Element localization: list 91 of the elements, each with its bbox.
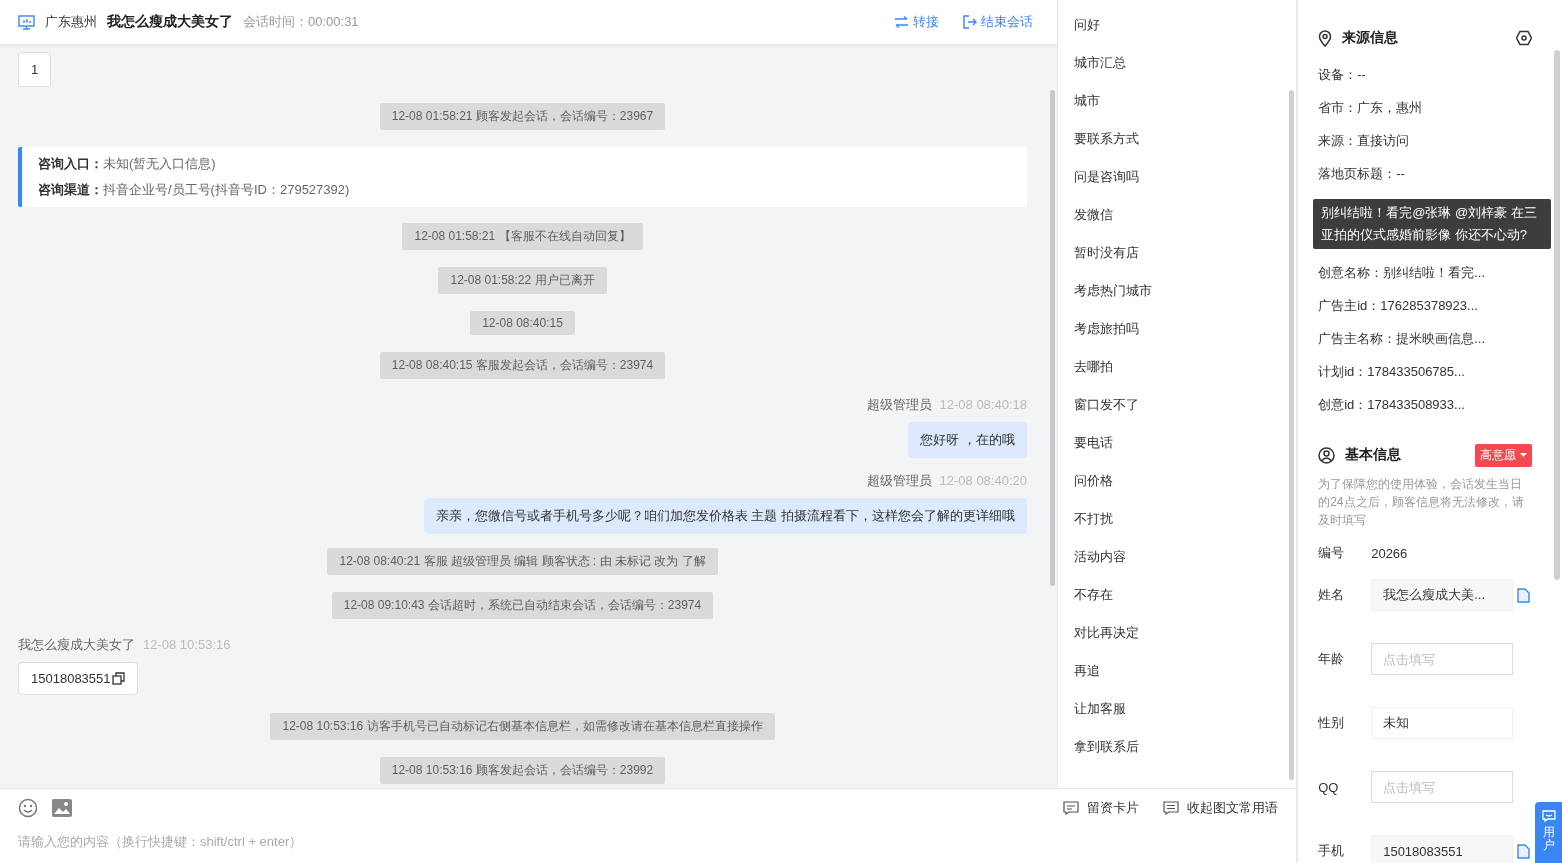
phrase-item[interactable]: 问是咨询吗 bbox=[1074, 158, 1139, 196]
source-line: 咨询入口：未知(暂无入口信息) bbox=[38, 155, 217, 173]
message-time: 12-08 08:40:20 bbox=[939, 473, 1027, 488]
field-label: 手机 bbox=[1318, 842, 1346, 860]
end-session-link[interactable]: 结束会话 bbox=[963, 13, 1033, 31]
field-label: QQ bbox=[1318, 779, 1340, 795]
source-field: 设备：-- bbox=[1318, 58, 1533, 91]
scrollbar[interactable] bbox=[1554, 50, 1560, 580]
system-message: 12-08 01:58:22 用户已离开 bbox=[438, 267, 607, 294]
system-message: 12-08 08:40:21 客服 超级管理员 编辑 顾客状态 : 由 未标记 改为 了解 bbox=[327, 548, 718, 575]
settings-icon[interactable] bbox=[1516, 30, 1533, 46]
notice-text: 为了保障您的使用体验，会话发生当日的24点之后，顾客信息将无法修改，请及时填写 bbox=[1318, 476, 1525, 529]
phrase-item[interactable]: 不存在 bbox=[1074, 576, 1113, 614]
phrase-item[interactable]: 暂时没有店 bbox=[1074, 234, 1139, 272]
system-message: 12-08 09:10:43 会话超时，系统已自动结束会话，会话编号：23974 bbox=[331, 592, 714, 619]
phrase-item[interactable]: 让加客服 bbox=[1074, 690, 1126, 728]
message-icon bbox=[1063, 801, 1080, 815]
readonly-field: 我怎么瘦成大美... bbox=[1371, 579, 1514, 611]
copy-icon[interactable] bbox=[111, 672, 125, 685]
phrase-item[interactable]: 拿到联系后 bbox=[1074, 728, 1139, 766]
message-time: 12-08 10:53:16 bbox=[143, 637, 231, 652]
section-title: 来源信息 bbox=[1342, 29, 1400, 47]
readonly-field: 15018083551 bbox=[1371, 835, 1514, 863]
location-pin-icon bbox=[1318, 29, 1333, 47]
field-label: 编号 bbox=[1318, 544, 1346, 562]
system-message: 12-08 08:40:15 bbox=[470, 311, 575, 335]
source-field: 来源：直接访问 bbox=[1318, 124, 1533, 157]
phrase-item[interactable]: 考虑旅拍吗 bbox=[1074, 310, 1139, 348]
message-icon bbox=[1163, 801, 1180, 815]
phrase-item[interactable]: 窗口发不了 bbox=[1074, 386, 1139, 424]
input-field[interactable]: 点击填写 bbox=[1371, 771, 1514, 803]
tooltip: 别纠结啦！看完@张琳 @刘梓豪 在三亚拍的仪式感婚前影像 你还不心动? bbox=[1313, 199, 1552, 249]
source-field: 广告主名称：提米映画信息... bbox=[1318, 322, 1533, 355]
field-value: 20266 bbox=[1371, 545, 1408, 561]
scrollbar[interactable] bbox=[1050, 90, 1055, 586]
phrase-item[interactable]: 对比再决定 bbox=[1074, 614, 1139, 652]
agent-message: 亲亲，您微信号或者手机号多少呢？咱们加您发价格表 主题 拍摄流程看下，这样您会了解的更详细哦 bbox=[423, 498, 1027, 534]
logout-icon bbox=[963, 15, 977, 29]
scrollbar[interactable] bbox=[1289, 90, 1295, 780]
sender-name: 超级管理员 bbox=[866, 397, 932, 412]
phrase-item[interactable]: 要电话 bbox=[1074, 424, 1113, 462]
phrase-item[interactable]: 发微信 bbox=[1074, 196, 1113, 234]
input-field[interactable]: 点击填写 bbox=[1371, 643, 1514, 675]
phrase-item[interactable]: 不打扰 bbox=[1074, 500, 1113, 538]
phrase-item[interactable]: 问价格 bbox=[1074, 462, 1113, 500]
phrase-item[interactable]: 活动内容 bbox=[1074, 538, 1126, 576]
collapse-phrases-button[interactable]: 收起图文常用语 bbox=[1163, 799, 1279, 817]
phrase-item[interactable]: 城市汇总 bbox=[1074, 44, 1126, 82]
emoji-icon[interactable] bbox=[18, 798, 38, 818]
field-label: 年龄 bbox=[1318, 650, 1346, 668]
system-message: 12-08 10:53:16 顾客发起会话，会话编号：23992 bbox=[379, 757, 666, 784]
visitor-name: 我怎么瘦成大美女了 bbox=[107, 13, 233, 31]
message-icon bbox=[1541, 810, 1556, 822]
lead-card-button[interactable]: 留资卡片 bbox=[1063, 799, 1140, 817]
source-field: 计划id：178433506785... bbox=[1318, 355, 1533, 388]
visitor-location: 广东惠州 bbox=[45, 13, 97, 31]
sender-name: 我怎么瘦成大美女了 bbox=[18, 637, 135, 652]
select-field[interactable]: 未知 bbox=[1371, 707, 1514, 739]
section-title: 基本信息 bbox=[1345, 446, 1403, 464]
sender-name: 超级管理员 bbox=[866, 473, 932, 488]
system-message: 12-08 01:58:21 【客服不在线自动回复】 bbox=[402, 223, 643, 250]
source-field: 落地页标题：-- bbox=[1318, 157, 1533, 190]
system-message: 12-08 08:40:15 客服发起会话，会话编号：23974 bbox=[379, 352, 666, 379]
image-icon[interactable] bbox=[52, 799, 72, 817]
page-number-button[interactable]: 1 bbox=[18, 52, 51, 87]
session-duration: 会话时间：00:00:31 bbox=[243, 13, 359, 31]
phone-number: 15018083551 bbox=[31, 671, 111, 686]
phrase-item[interactable]: 再追 bbox=[1074, 652, 1100, 690]
phrase-item[interactable]: 去哪拍 bbox=[1074, 348, 1113, 386]
source-line: 咨询渠道：抖音企业号/员工号(抖音号ID：279527392) bbox=[38, 181, 351, 199]
phrase-item[interactable]: 考虑热门城市 bbox=[1074, 272, 1152, 310]
monitor-icon bbox=[18, 14, 35, 30]
source-field: 创意名称：别纠结啦！看完... bbox=[1318, 256, 1533, 289]
source-field: 创意id：178433508933... bbox=[1318, 388, 1533, 421]
caret-icon bbox=[1520, 453, 1528, 457]
system-message: 12-08 10:53:16 访客手机号已自动标记右侧基本信息栏，如需修改请在基本信息栏直接操作 bbox=[270, 713, 775, 740]
message-time: 12-08 08:40:18 bbox=[939, 397, 1027, 412]
field-label: 姓名 bbox=[1318, 586, 1346, 604]
transfer-link[interactable]: 转接 bbox=[894, 13, 939, 31]
phrase-item[interactable]: 问好 bbox=[1074, 6, 1100, 44]
phrase-item[interactable]: 要联系方式 bbox=[1074, 120, 1139, 158]
system-message: 12-08 01:58:21 顾客发起会话，会话编号：23967 bbox=[379, 103, 666, 130]
source-field: 广告主id：176285378923... bbox=[1318, 289, 1533, 322]
agent-message: 您好呀 ，在的哦 bbox=[908, 422, 1027, 458]
field-label: 性别 bbox=[1318, 714, 1346, 732]
source-field: 省市：广东，惠州 bbox=[1318, 91, 1533, 124]
intent-dropdown[interactable]: 高意愿 bbox=[1475, 443, 1533, 467]
user-circle-icon bbox=[1318, 446, 1336, 464]
user-float-button[interactable]: 用户 bbox=[1535, 802, 1562, 863]
phrase-item[interactable]: 城市 bbox=[1074, 82, 1100, 120]
swap-icon bbox=[894, 16, 909, 28]
